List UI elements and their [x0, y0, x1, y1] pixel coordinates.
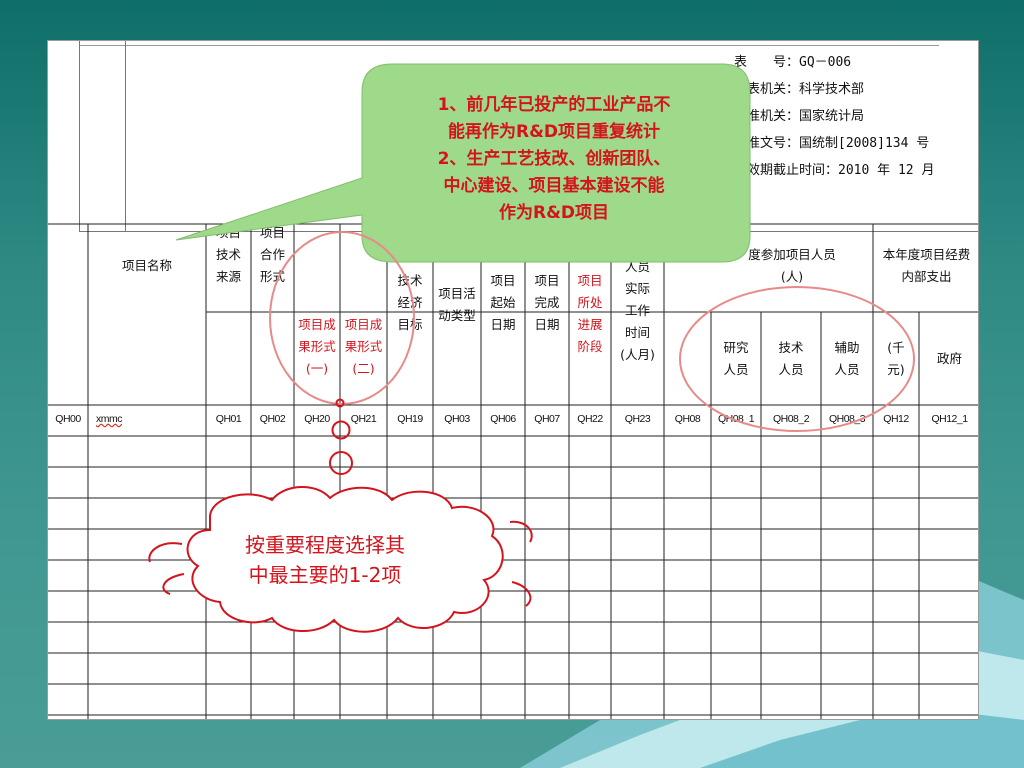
code-cell: QH06 — [490, 413, 516, 425]
code-cell: QH22 — [577, 413, 603, 425]
header-result-form-1: 项目成 果形式 (一) — [298, 317, 336, 376]
code-cell: QH00 — [55, 413, 81, 425]
code-cell: QH08_3 — [828, 413, 866, 425]
code-cell: QH08 — [674, 413, 701, 425]
callout-text: 1、前几年已投产的工业产品不 能再作为R&D项目重复统计 2、生产工艺技改、创新… — [437, 95, 671, 223]
header-project-name: 项目名称 — [121, 258, 172, 273]
header-assistants: 辅助 人员 — [834, 340, 860, 377]
code-cell: QH01 — [215, 413, 242, 425]
code-cell: xmmc — [96, 413, 123, 425]
header-tech-source: 项目 技术 来源 — [215, 225, 241, 284]
code-cell: QH03 — [444, 413, 470, 425]
header-result-form-2: 项目成 果形式 (二) — [344, 317, 383, 376]
code-cell: QH02 — [259, 413, 286, 425]
header-personnel-group: 度参加项目人员 (人) — [748, 247, 836, 284]
header-technicians: 技术 人员 — [778, 340, 804, 377]
header-coop-form: 项目 合作 形式 — [259, 225, 285, 284]
code-cell: QH21 — [350, 413, 377, 425]
header-end-date: 项目 完成 日期 — [534, 273, 560, 332]
code-cell: QH07 — [534, 413, 560, 425]
code-cell: QH08_2 — [772, 413, 810, 425]
code-cell: QH20 — [304, 413, 330, 425]
header-thousand-yuan: (千 元) — [887, 340, 905, 377]
header-econ-goal: 技术 经济 目标 — [397, 273, 423, 332]
code-cell: QH12_1 — [931, 413, 968, 425]
cloud-note-text: 按重要程度选择其 中最主要的1-2项 — [245, 533, 405, 587]
header-stage: 项目 所处 进展 阶段 — [577, 273, 603, 354]
header-personnel-time: 人员 实际 工作 时间 (人月) — [620, 259, 655, 362]
header-researchers: 研究 人员 — [723, 340, 749, 377]
code-cell: QH12 — [883, 413, 909, 425]
header-expense-group: 本年度项目经费 内部支出 — [882, 247, 971, 284]
header-activity-type: 项目活 动类型 — [438, 286, 476, 323]
code-cell: QH23 — [624, 413, 651, 425]
code-cell: QH08_1 — [717, 413, 755, 425]
code-cell: QH19 — [397, 413, 423, 425]
header-government: 政府 — [936, 351, 962, 366]
header-start-date: 项目 起始 日期 — [490, 273, 516, 332]
